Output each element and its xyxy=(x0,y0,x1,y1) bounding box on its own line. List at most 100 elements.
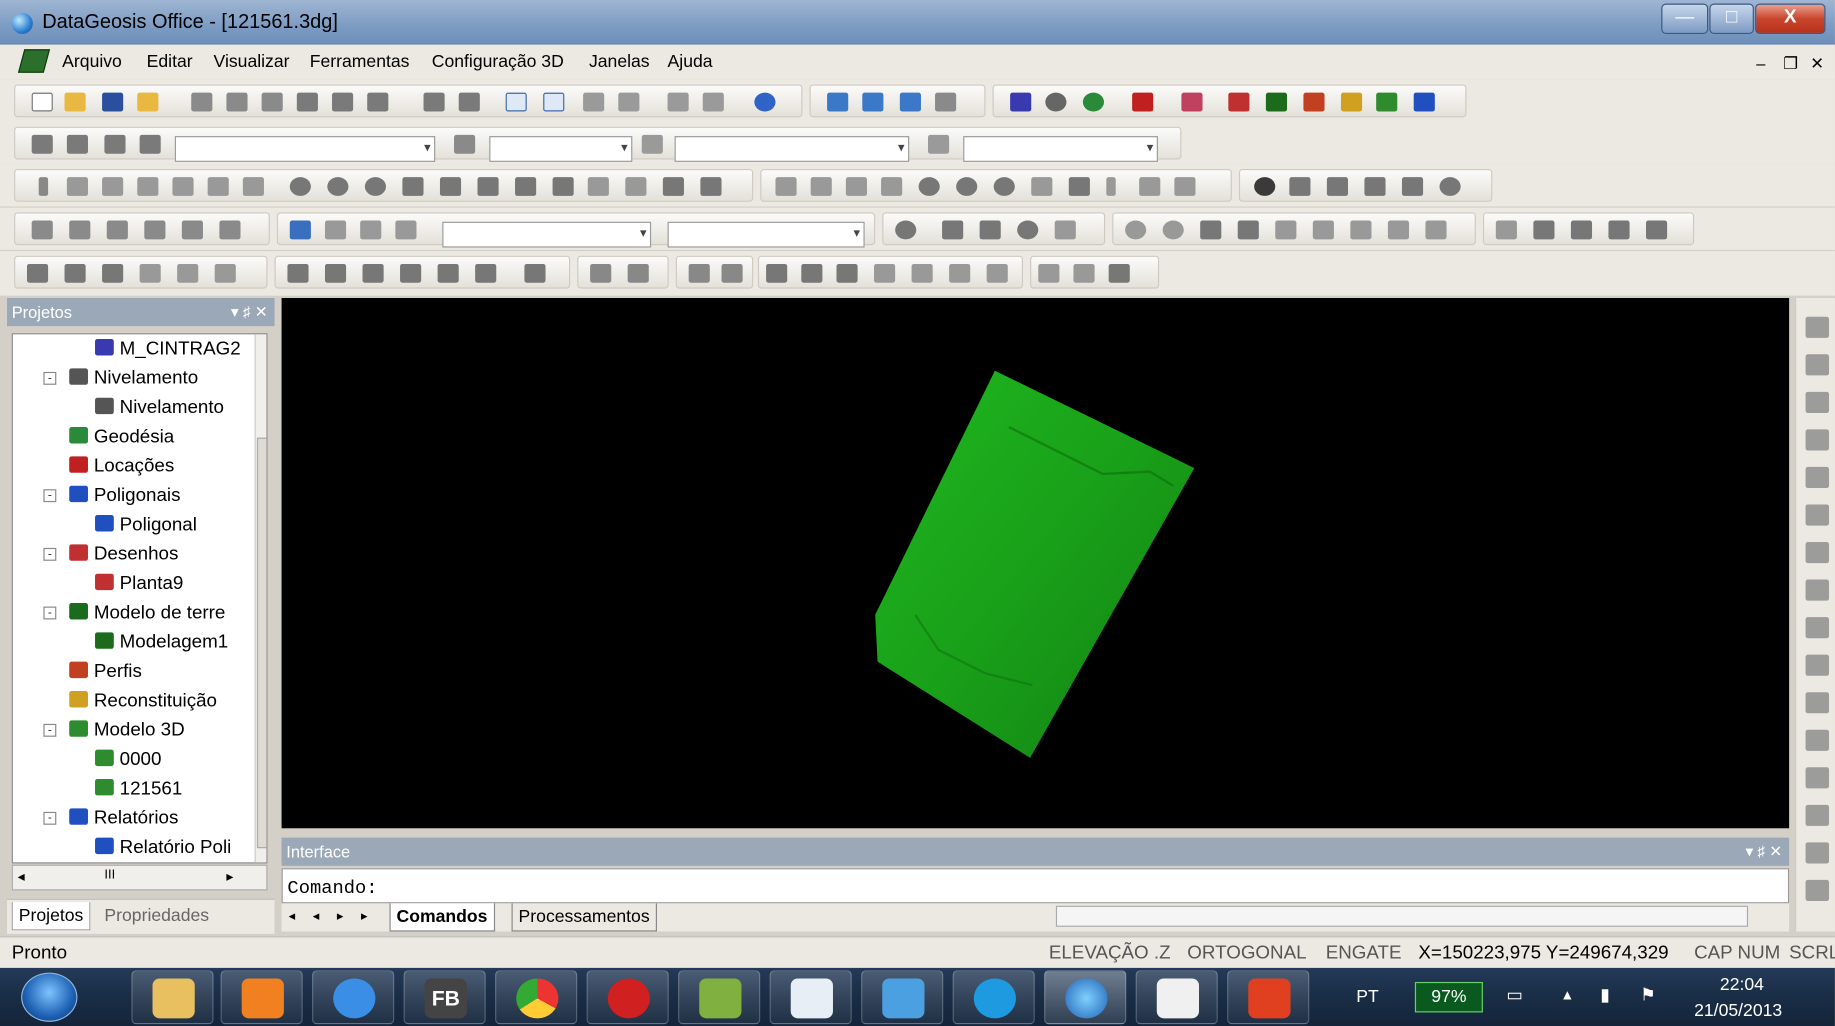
battery-indicator[interactable]: 97% xyxy=(1414,981,1483,1013)
redo-icon[interactable] xyxy=(458,92,480,112)
project-tree[interactable]: M_CINTRAG2 - Nivelamento Nivelamento Geodési… xyxy=(11,333,268,864)
scroll-thumb[interactable]: III xyxy=(104,868,115,882)
zoom-realtime-icon[interactable] xyxy=(1439,177,1461,196)
pa-import-icon[interactable] xyxy=(627,263,649,283)
edit-view-icon[interactable] xyxy=(1805,354,1830,376)
rectangle-icon[interactable] xyxy=(439,177,462,196)
tab-processamentos[interactable]: Processamentos xyxy=(511,903,657,932)
hatch-cross-icon[interactable] xyxy=(949,263,971,283)
layer-stack-icon[interactable] xyxy=(66,134,88,154)
tree-expander-icon[interactable]: - xyxy=(43,723,57,737)
arrange-icon[interactable] xyxy=(935,92,957,112)
profile-icon[interactable] xyxy=(1303,92,1325,112)
light-icon[interactable] xyxy=(1805,466,1830,489)
title-bar[interactable]: DataGeosis Office - [121561.3dg] — □ X xyxy=(0,0,1835,45)
copy-icon[interactable] xyxy=(226,92,248,112)
building-icon[interactable] xyxy=(1533,220,1555,240)
terrain-mesh[interactable] xyxy=(875,370,1195,758)
hatch-pattern-icon[interactable] xyxy=(911,263,933,283)
flag-tray-icon[interactable]: ⚑ xyxy=(1640,984,1656,1005)
language-indicator[interactable]: PT xyxy=(1356,987,1378,1007)
tree-icon[interactable] xyxy=(1275,220,1297,240)
delete-icon[interactable] xyxy=(332,92,354,112)
tree-item[interactable]: Relatório Poli xyxy=(95,837,231,859)
taskbar-datageosis[interactable] xyxy=(1044,970,1127,1025)
panel-controls[interactable]: ▾ ♯ ✕ xyxy=(231,298,268,326)
select-filter-icon[interactable] xyxy=(214,263,236,283)
fillet-icon[interactable] xyxy=(918,177,940,196)
command-input[interactable]: Comando: xyxy=(281,868,1790,904)
print-preview-icon[interactable] xyxy=(702,92,724,112)
tab-propriedades[interactable]: Propriedades xyxy=(99,902,215,930)
3d-viewport[interactable] xyxy=(281,297,1790,829)
object-3-icon[interactable] xyxy=(362,263,384,283)
network-icon[interactable] xyxy=(1350,220,1372,240)
dimension-icon[interactable] xyxy=(587,177,609,196)
text-icon[interactable] xyxy=(552,177,574,196)
extend-icon[interactable] xyxy=(775,177,797,196)
mdi-minimize-button[interactable]: – xyxy=(1756,54,1765,73)
help-icon[interactable] xyxy=(754,92,776,112)
tile-vertical-icon[interactable] xyxy=(899,92,921,112)
tree-vertical-scrollbar[interactable] xyxy=(254,334,267,863)
select-window-icon[interactable] xyxy=(64,263,86,283)
move-row-icon[interactable] xyxy=(106,220,128,240)
size-select[interactable] xyxy=(667,221,865,248)
surface-icon[interactable] xyxy=(662,177,684,196)
columns-icon[interactable] xyxy=(1387,220,1410,240)
layout-split-icon[interactable] xyxy=(543,92,565,112)
tab-projetos[interactable]: Projetos xyxy=(11,902,91,931)
embankment-icon[interactable] xyxy=(1645,220,1668,240)
tree-scroll-thumb[interactable] xyxy=(256,437,267,849)
polygon-shape-icon[interactable] xyxy=(477,177,499,196)
numbering-icon[interactable] xyxy=(324,220,347,240)
dash-line-icon[interactable] xyxy=(1805,692,1830,714)
tree-item[interactable]: - Relatórios xyxy=(43,808,178,829)
tree-item[interactable]: - Nivelamento xyxy=(43,368,198,389)
pin-icon[interactable] xyxy=(104,134,126,154)
polyline-icon[interactable] xyxy=(102,177,124,196)
tree-item[interactable]: Perfis xyxy=(69,661,142,683)
bug-icon[interactable] xyxy=(475,263,497,283)
tree-expander-icon[interactable]: - xyxy=(43,811,57,825)
cut-icon[interactable] xyxy=(191,92,213,112)
cascade-icon[interactable] xyxy=(827,92,849,112)
layers-icon[interactable] xyxy=(31,134,53,154)
object-2-icon[interactable] xyxy=(324,263,347,283)
tree-expander-icon[interactable]: - xyxy=(43,606,57,620)
map-icon[interactable] xyxy=(874,263,896,283)
mdi-close-button[interactable]: ✕ xyxy=(1810,54,1824,74)
tile-horizontal-icon[interactable] xyxy=(862,92,884,112)
linetype-select[interactable] xyxy=(674,136,910,162)
hatch-icon[interactable] xyxy=(515,177,537,196)
scroll-right-icon[interactable]: ▸ xyxy=(226,868,233,884)
tree-item[interactable]: Geodésia xyxy=(69,427,174,448)
font-select[interactable] xyxy=(442,221,652,248)
slope-icon[interactable] xyxy=(1570,220,1593,240)
menu-ferramentas[interactable]: Ferramentas xyxy=(310,52,410,72)
text-edit-icon[interactable] xyxy=(289,220,311,240)
object-4-icon[interactable] xyxy=(400,263,422,283)
menu-arquivo[interactable]: Arquivo xyxy=(62,52,122,72)
filter-remove-icon[interactable] xyxy=(836,263,858,283)
tree-item[interactable]: Modelagem1 xyxy=(95,632,228,653)
menu-configuracao-3d[interactable]: Configuração 3D xyxy=(432,52,564,72)
close-button[interactable]: X xyxy=(1755,3,1826,35)
menu-visualizar[interactable]: Visualizar xyxy=(214,52,290,72)
calc-row-icon[interactable] xyxy=(144,220,166,240)
maximize-button[interactable]: □ xyxy=(1709,3,1754,35)
xy-icon[interactable] xyxy=(181,220,203,240)
shp-export-icon[interactable] xyxy=(688,263,710,283)
circle-icon[interactable] xyxy=(289,177,311,196)
polygon-icon[interactable] xyxy=(1181,92,1203,112)
tree-item[interactable]: Poligonal xyxy=(95,515,197,536)
zoom-previous-icon[interactable] xyxy=(1401,177,1424,196)
freehand-icon[interactable] xyxy=(242,177,264,196)
move-icon[interactable] xyxy=(1805,579,1830,601)
tag-icon[interactable] xyxy=(766,263,788,283)
save-icon[interactable] xyxy=(102,92,124,112)
print-icon[interactable] xyxy=(667,92,689,112)
taskbar-internet-explorer[interactable] xyxy=(312,970,395,1025)
layer-select[interactable] xyxy=(174,136,436,162)
dots-grid-icon[interactable] xyxy=(986,263,1008,283)
